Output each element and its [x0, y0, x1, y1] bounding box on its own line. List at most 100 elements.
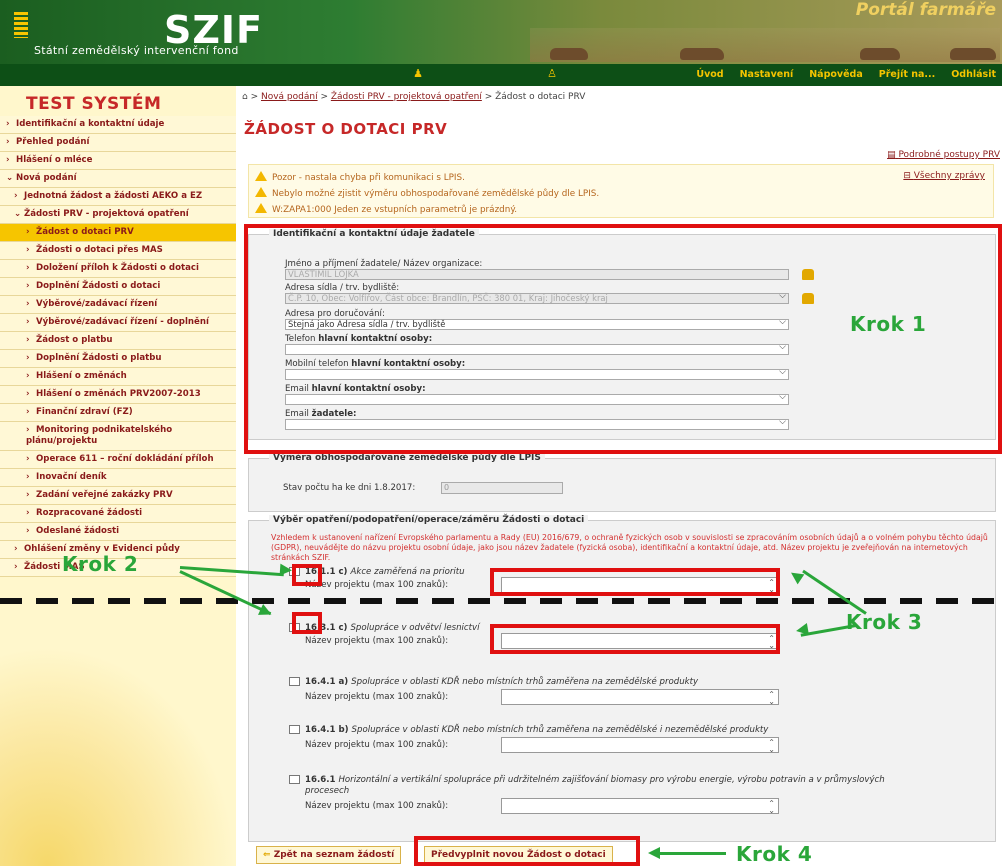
back-button[interactable]: ⇐ Zpět na seznam žádostí [256, 846, 402, 864]
measure-title: 16.4.1 b) Spolupráce v oblasti KDŘ nebo … [305, 725, 768, 735]
nav-link-settings[interactable]: Nastavení [740, 69, 794, 80]
warning-icon [255, 171, 267, 181]
person-icon[interactable]: ♟ [412, 68, 424, 80]
sidebar-item[interactable]: › Doplnění Žádosti o platbu [0, 350, 236, 368]
procedures-link[interactable]: ▤ Podrobné postupy PRV [887, 150, 1000, 160]
sidebar-item[interactable]: › Výběrové/zadávací řízení - doplnění [0, 314, 236, 332]
sidebar-item[interactable]: › Hlášení o mléce [0, 152, 236, 170]
measure-title: 16.6.1 Horizontální a vertikální spolupr… [305, 775, 925, 797]
sidebar-item[interactable]: › Přehled podání [0, 134, 236, 152]
chevron-right-icon: › [26, 508, 30, 518]
arrow-head-icon [795, 623, 809, 637]
project-name-label: Název projektu (max 100 znaků): [305, 692, 449, 702]
chevron-down-icon: ⌄ [14, 209, 22, 219]
annotation-box-checkbox1 [292, 564, 322, 586]
sidebar-item-label: Odeslané žádosti [36, 526, 120, 536]
sidebar-item-label: Žádosti PRV - projektová opatření [24, 209, 189, 219]
chevron-right-icon: › [26, 281, 30, 291]
sidebar-item[interactable]: › Výběrové/zadávací řízení [0, 296, 236, 314]
measure-title: 16.4.1 a) Spolupráce v oblasti KDŘ nebo … [305, 677, 698, 687]
sidebar-item[interactable]: › Operace 611 – roční dokládání příloh [0, 451, 236, 469]
nav-link-help[interactable]: Nápověda [809, 69, 863, 80]
measure-checkbox[interactable] [289, 725, 300, 734]
sidebar-item[interactable]: › Žádost o platbu [0, 332, 236, 350]
nav-link-home[interactable]: Úvod [696, 69, 723, 80]
sidebar-item-label: Rozpracované žádosti [36, 508, 143, 518]
sidebar-item-label: Inovační deník [36, 472, 107, 482]
sidebar: TEST SYSTÉM › Identifikační a kontaktní ú… [0, 86, 236, 866]
sidebar-item[interactable]: › Identifikační a kontaktní údaje [0, 116, 236, 134]
measure-code: 16.4.1 a) [305, 677, 349, 687]
sidebar-item[interactable]: › Odeslané žádosti [0, 523, 236, 541]
spinner-icon: ⌃ ⌄ [768, 690, 775, 706]
szif-logo[interactable]: SZIF Státní zemědělský intervenční fond [14, 8, 284, 60]
breadcrumb-prv[interactable]: Žádosti PRV - projektová opatření [331, 92, 482, 102]
chevron-right-icon: › [26, 317, 30, 327]
annotation-box-checkbox2 [292, 612, 322, 634]
project-name-input[interactable]: ⌃ ⌄ [501, 689, 779, 706]
measure-code: 16.6.1 [305, 775, 336, 785]
sidebar-item[interactable]: › Žádosti o dotaci přes MAS [0, 242, 236, 260]
measure-code: 16.4.1 b) [305, 725, 349, 735]
sidebar-item[interactable]: › Finanční zdraví (FZ) [0, 404, 236, 422]
lpis-section: Výměra obhospodařované zemědělské půdy d… [248, 453, 996, 512]
stav-field[interactable]: 0 [441, 482, 563, 494]
chevron-right-icon: › [14, 544, 18, 554]
breadcrumb-current: Žádost o dotaci PRV [495, 92, 586, 102]
people-icon[interactable]: ♙ [546, 68, 558, 80]
all-messages-link[interactable]: ⊟ Všechny zprávy [903, 171, 985, 181]
home-icon[interactable]: ⌂ [242, 92, 248, 102]
nav-link-logout[interactable]: Odhlásit [951, 69, 996, 80]
chevron-right-icon: › [26, 335, 30, 345]
sidebar-item[interactable]: ⌄ Nová podání [0, 170, 236, 188]
measure-checkbox[interactable] [289, 677, 300, 686]
message-item: Nebylo možné zjistit výměru obhospodařov… [255, 187, 599, 199]
procedures-label: Podrobné postupy PRV [898, 150, 1000, 160]
sidebar-item[interactable]: › Jednotná žádost a žádosti AEKO a EZ [0, 188, 236, 206]
top-navbar: ♟ ♙ Úvod Nastavení Nápověda Přejít na...… [0, 64, 1002, 86]
sidebar-item-label: Hlášení o mléce [16, 155, 93, 165]
annotation-step3: Krok 3 [846, 610, 923, 634]
portal-title: Portál farmáře [855, 0, 996, 20]
sidebar-item[interactable]: › Rozpracované žádosti [0, 505, 236, 523]
chevron-right-icon: › [26, 454, 30, 464]
project-name-input[interactable]: ⌃ ⌄ [501, 798, 779, 815]
sidebar-item-label: Žádost o dotaci PRV [36, 227, 134, 237]
sidebar-item[interactable]: › Doložení příloh k Žádosti o dotaci [0, 260, 236, 278]
sidebar-item[interactable]: › Hlášení o změnách [0, 368, 236, 386]
measure-desc: Akce zaměřená na prioritu [350, 567, 465, 577]
chevron-right-icon: › [6, 119, 10, 129]
chevron-right-icon: › [26, 490, 30, 500]
message-item: W:ZAPA1:000 Jeden ze vstupních parametrů… [255, 203, 517, 215]
sidebar-item[interactable]: › Inovační deník [0, 469, 236, 487]
logo-stripes-icon [14, 12, 28, 38]
measure-checkbox[interactable] [289, 775, 300, 784]
project-name-label: Název projektu (max 100 znaků): [305, 740, 449, 750]
breadcrumb-new[interactable]: Nová podání [261, 92, 318, 102]
page-title: ŽÁDOST O DOTACI PRV [244, 120, 448, 138]
message-box: Pozor - nastala chyba při komunikaci s L… [248, 164, 994, 218]
app-header: SZIF Státní zemědělský intervenční fond … [0, 0, 1002, 64]
message-text: W:ZAPA1:000 Jeden ze vstupních parametrů… [272, 205, 518, 215]
sidebar-item-label: Hlášení o změnách PRV2007-2013 [36, 389, 201, 399]
measure-title: 16.1.1 c) Akce zaměřená na prioritu [305, 567, 465, 577]
project-name-input[interactable]: ⌃ ⌄ [501, 737, 779, 754]
sidebar-title: TEST SYSTÉM [26, 94, 162, 114]
sidebar-item-label: Doplnění Žádosti o dotaci [36, 281, 161, 291]
sidebar-item[interactable]: › Žádost o dotaci PRV [0, 224, 236, 242]
sidebar-item[interactable]: ⌄ Žádosti PRV - projektová opatření [0, 206, 236, 224]
sidebar-item[interactable]: › Doplnění Žádosti o dotaci [0, 278, 236, 296]
sidebar-item[interactable]: › Zadání veřejné zakázky PRV [0, 487, 236, 505]
sidebar-item[interactable]: › Monitoring podnikatelského plánu/projek… [0, 422, 236, 451]
sidebar-item[interactable]: › Hlášení o změnách PRV2007-2013 [0, 386, 236, 404]
sidebar-item-label: Žádosti o dotaci přes MAS [36, 245, 163, 255]
nav-link-goto[interactable]: Přejít na... [879, 69, 935, 80]
logo-subtitle: Státní zemědělský intervenční fond [34, 44, 239, 57]
project-name-label: Název projektu (max 100 znaků): [305, 580, 449, 590]
chevron-right-icon: › [26, 526, 30, 536]
measure-desc: Spolupráce v oblasti KDŘ nebo místních t… [351, 725, 769, 735]
sidebar-item-label: Hlášení o změnách [36, 371, 127, 381]
arrow-step4 [660, 852, 726, 855]
chevron-right-icon: › [26, 425, 30, 435]
message-text: Pozor - nastala chyba při komunikaci s L… [272, 173, 465, 183]
